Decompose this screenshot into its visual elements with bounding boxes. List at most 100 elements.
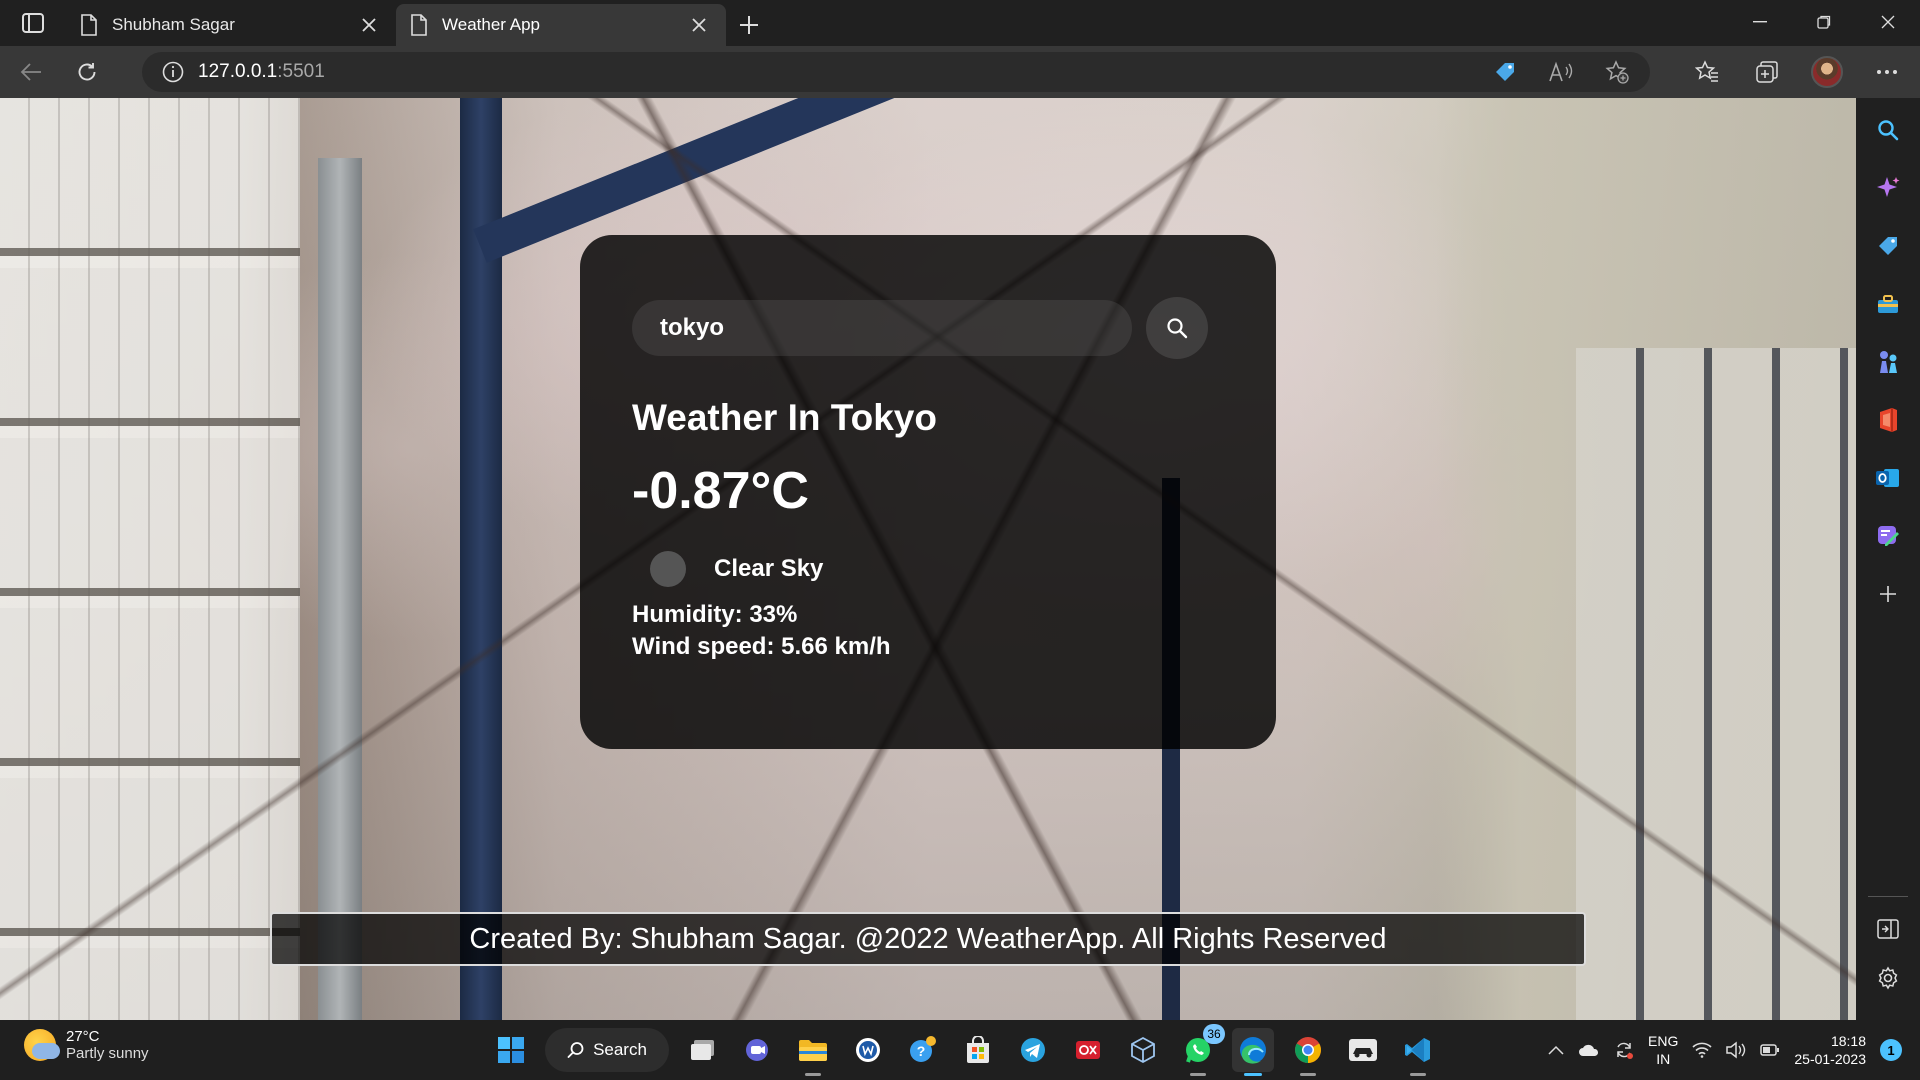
telegram-icon bbox=[1021, 1038, 1045, 1062]
add-favorite-button[interactable] bbox=[1598, 53, 1636, 91]
edge-icon bbox=[1240, 1037, 1266, 1064]
minimize-button[interactable] bbox=[1728, 0, 1792, 44]
page-icon bbox=[411, 14, 427, 36]
tag-icon bbox=[1879, 237, 1897, 255]
tips-button[interactable]: ? bbox=[902, 1028, 944, 1072]
address-bar[interactable]: 127.0.0.1:5501 bbox=[142, 52, 1650, 92]
city-search-input[interactable] bbox=[632, 300, 1132, 356]
task-view-button[interactable] bbox=[682, 1028, 724, 1072]
minimize-icon bbox=[1753, 21, 1767, 23]
search-row bbox=[632, 297, 1224, 359]
taskbar-weather-widget[interactable]: 27°C Partly sunny bbox=[24, 1028, 149, 1062]
search-button[interactable] bbox=[1146, 297, 1208, 359]
recorder-button[interactable] bbox=[1067, 1028, 1109, 1072]
sidebar-tools-button[interactable] bbox=[1872, 288, 1904, 320]
running-indicator bbox=[1300, 1073, 1316, 1076]
url-text[interactable]: 127.0.0.1:5501 bbox=[198, 61, 325, 83]
page-icon bbox=[81, 14, 97, 36]
coupons-button[interactable] bbox=[1486, 53, 1524, 91]
new-tab-button[interactable] bbox=[726, 4, 772, 46]
running-indicator bbox=[1244, 1073, 1262, 1076]
3d-viewer-button[interactable] bbox=[1122, 1028, 1164, 1072]
sidebar-designer-button[interactable] bbox=[1872, 520, 1904, 552]
notification-center-badge[interactable]: 1 bbox=[1880, 1039, 1902, 1061]
tab-shubham-sagar[interactable]: Shubham Sagar bbox=[66, 4, 396, 46]
sidebar-settings-button[interactable] bbox=[1872, 962, 1904, 994]
vscode-button[interactable] bbox=[1397, 1028, 1439, 1076]
close-icon bbox=[692, 18, 706, 32]
whatsapp-button[interactable]: 36 bbox=[1177, 1024, 1225, 1076]
taskbar: 27°C Partly sunny Search ? 36 ENG IN 18:… bbox=[0, 1020, 1920, 1080]
telegram-button[interactable] bbox=[1012, 1028, 1054, 1072]
more-icon bbox=[1877, 70, 1897, 74]
tab-label: Weather App bbox=[442, 15, 540, 34]
close-icon bbox=[1881, 15, 1895, 29]
racing-game-button[interactable] bbox=[1342, 1028, 1384, 1072]
close-tab-button[interactable] bbox=[686, 12, 712, 38]
taskbar-search[interactable]: Search bbox=[545, 1028, 669, 1072]
back-button[interactable] bbox=[6, 51, 56, 93]
read-aloud-button[interactable] bbox=[1542, 53, 1580, 91]
cloud-icon[interactable] bbox=[1578, 1042, 1600, 1058]
chevron-up-icon[interactable] bbox=[1548, 1045, 1564, 1055]
microsoft-store-button[interactable] bbox=[957, 1028, 999, 1072]
search-icon bbox=[1878, 120, 1899, 141]
weather-card: Weather In Tokyo -0.87°C Clear Sky Humid… bbox=[580, 235, 1276, 749]
input-language[interactable]: ENG IN bbox=[1648, 1032, 1678, 1068]
sidebar-office-button[interactable] bbox=[1872, 404, 1904, 436]
tab-actions-icon bbox=[22, 13, 44, 33]
running-indicator bbox=[805, 1073, 821, 1076]
sidebar-hide-button[interactable] bbox=[1872, 913, 1904, 945]
teams-chat-button[interactable] bbox=[737, 1028, 779, 1072]
sidebar-add-button[interactable] bbox=[1872, 578, 1904, 610]
sync-icon[interactable] bbox=[1614, 1040, 1634, 1060]
search-icon bbox=[567, 1042, 584, 1058]
app-w-button[interactable] bbox=[847, 1028, 889, 1072]
tab-actions-button[interactable] bbox=[0, 0, 66, 46]
cube-icon bbox=[1131, 1036, 1155, 1064]
close-tab-button[interactable] bbox=[356, 12, 382, 38]
favorites-button[interactable] bbox=[1688, 53, 1726, 91]
restore-button[interactable] bbox=[1792, 0, 1856, 44]
url-host: 127.0.0.1 bbox=[198, 61, 278, 82]
vscode-icon bbox=[1405, 1038, 1430, 1062]
running-indicator bbox=[1190, 1073, 1206, 1076]
tag-icon bbox=[1496, 63, 1514, 81]
sidebar-outlook-button[interactable] bbox=[1872, 462, 1904, 494]
store-icon bbox=[967, 1036, 989, 1063]
file-explorer-button[interactable] bbox=[792, 1028, 834, 1076]
plus-icon bbox=[740, 16, 758, 34]
clock-date: 25-01-2023 bbox=[1794, 1051, 1866, 1067]
edge-button[interactable] bbox=[1232, 1028, 1274, 1076]
profile-button[interactable] bbox=[1808, 53, 1846, 91]
weather-description: Clear Sky bbox=[714, 555, 824, 582]
sidebar-search-button[interactable] bbox=[1872, 114, 1904, 146]
collections-button[interactable] bbox=[1748, 53, 1786, 91]
sidebar-games-button[interactable] bbox=[1872, 346, 1904, 378]
sidebar-discover-button[interactable] bbox=[1872, 172, 1904, 204]
info-icon[interactable] bbox=[162, 61, 184, 83]
sidebar-shopping-button[interactable] bbox=[1872, 230, 1904, 262]
start-button[interactable] bbox=[490, 1028, 532, 1072]
volume-icon[interactable] bbox=[1726, 1041, 1746, 1059]
chrome-icon bbox=[1295, 1037, 1321, 1063]
tab-weather-app[interactable]: Weather App bbox=[396, 4, 726, 46]
chess-piece-icon bbox=[1880, 351, 1897, 373]
wifi-icon[interactable] bbox=[1692, 1042, 1712, 1058]
close-window-button[interactable] bbox=[1856, 0, 1920, 44]
taskbar-apps: Search ? 36 bbox=[490, 1024, 1439, 1076]
battery-icon[interactable] bbox=[1760, 1043, 1780, 1057]
avatar bbox=[1811, 56, 1843, 88]
title-bar: Shubham Sagar Weather App bbox=[0, 0, 1920, 46]
humidity: Humidity: 33% bbox=[632, 601, 798, 628]
weather-condition-icon bbox=[650, 551, 686, 587]
edge-sidebar bbox=[1856, 98, 1920, 1020]
temperature: -0.87°C bbox=[632, 462, 809, 520]
refresh-button[interactable] bbox=[62, 51, 112, 93]
search-icon bbox=[1167, 318, 1188, 339]
browser-toolbar: 127.0.0.1:5501 bbox=[0, 46, 1920, 98]
page-footer: Created By: Shubham Sagar. @2022 Weather… bbox=[270, 912, 1586, 966]
system-clock[interactable]: 18:18 25-01-2023 bbox=[1794, 1032, 1866, 1068]
chrome-button[interactable] bbox=[1287, 1028, 1329, 1076]
settings-more-button[interactable] bbox=[1868, 53, 1906, 91]
